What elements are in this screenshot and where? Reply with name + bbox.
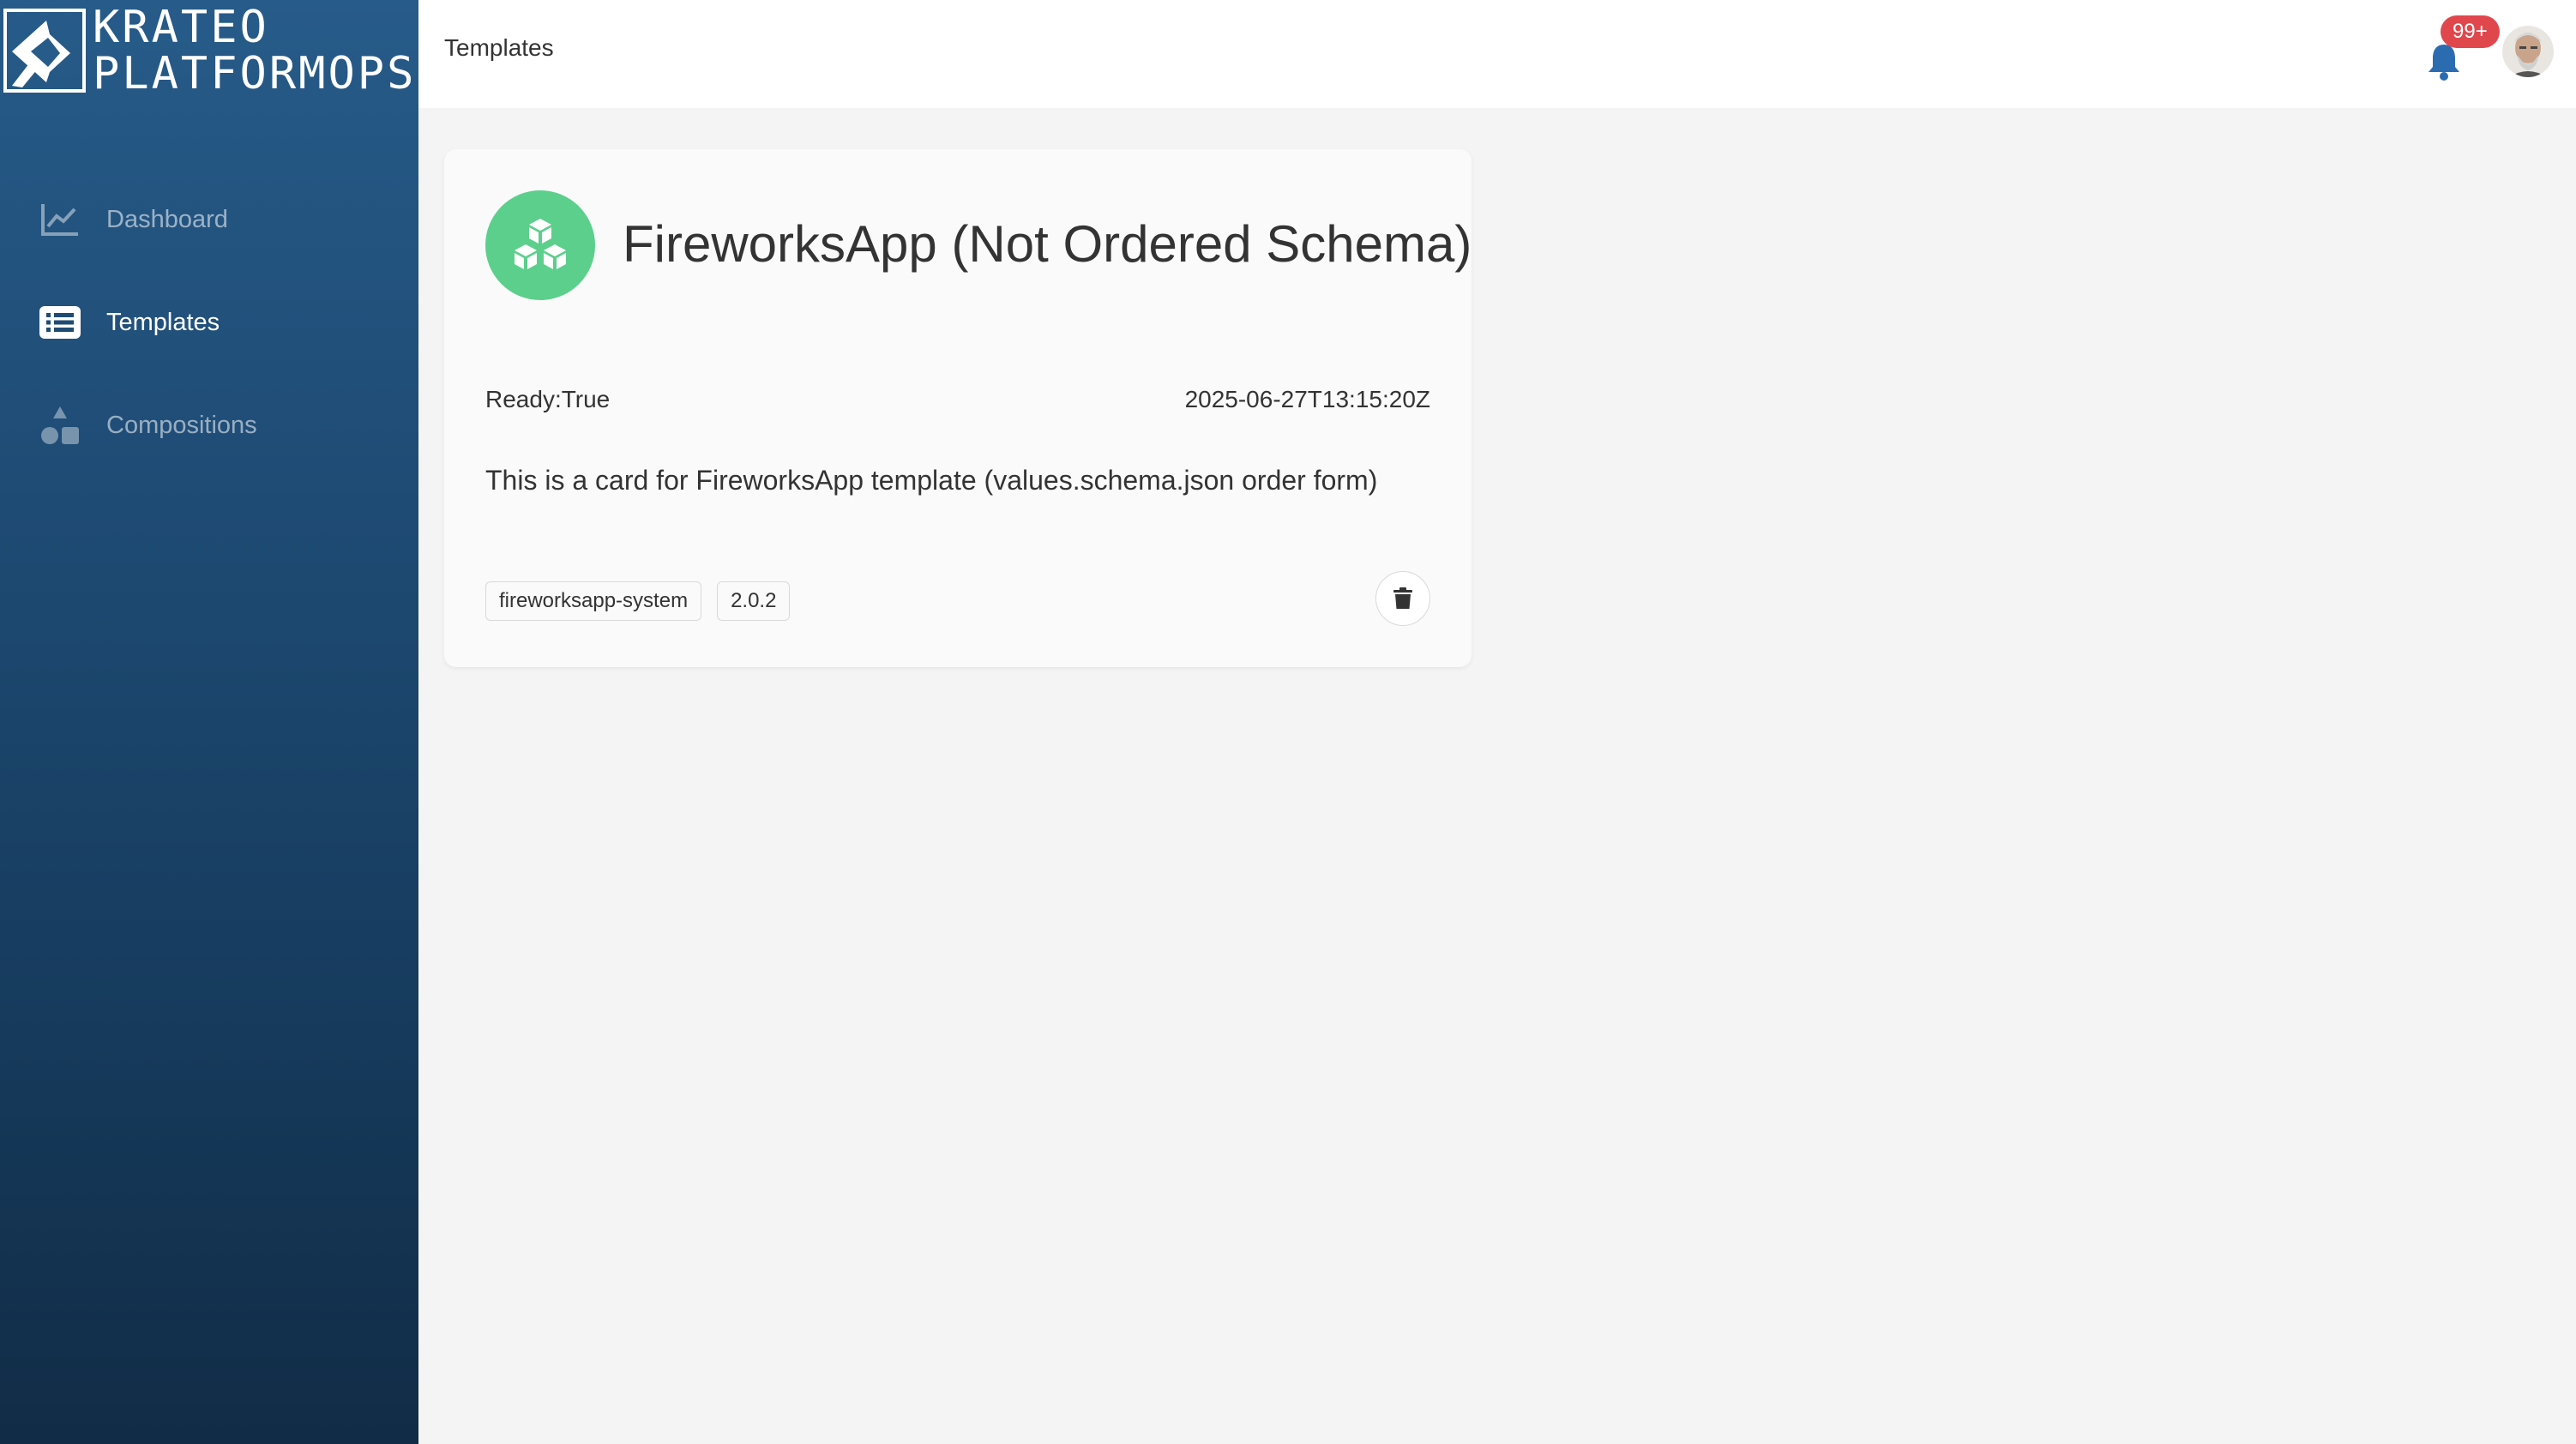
sidebar-item-label: Dashboard (106, 205, 228, 233)
delete-button[interactable] (1375, 571, 1430, 626)
status-text: Ready:True (485, 386, 611, 412)
brand-name-line1: KRATEO (93, 2, 269, 53)
sidebar-item-templates[interactable]: Templates (0, 271, 418, 374)
card-description: This is a card for FireworksApp template… (485, 465, 1378, 496)
notifications-bell-icon[interactable] (2427, 43, 2461, 81)
timestamp: 2025-06-27T13:15:20Z (1184, 386, 1430, 412)
tag-version: 2.0.2 (717, 581, 791, 621)
template-card[interactable]: FireworksApp (Not Ordered Schema) Ready:… (444, 149, 1472, 667)
logo[interactable]: KRATEO PLATFORMOPS (0, 0, 418, 103)
brand-name-line2: PLATFORMOPS (93, 48, 417, 99)
sidebar: KRATEO PLATFORMOPS Dashboard Templates C… (0, 0, 418, 1444)
sidebar-item-compositions[interactable]: Compositions (0, 374, 418, 477)
app-root: KRATEO PLATFORMOPS Dashboard Templates C… (0, 0, 2576, 1444)
breadcrumb[interactable]: Templates (444, 34, 554, 62)
tag-namespace: fireworksapp-system (485, 581, 702, 621)
shapes-icon (39, 405, 81, 446)
line-chart-icon (39, 199, 81, 240)
tag-list: fireworksapp-system 2.0.2 (485, 581, 791, 621)
card-title: FireworksApp (Not Ordered Schema) (623, 215, 1472, 273)
list-icon (39, 302, 81, 343)
sidebar-item-label: Compositions (106, 411, 257, 439)
sidebar-item-dashboard[interactable]: Dashboard (0, 168, 418, 271)
krateo-logo-icon (3, 9, 86, 93)
cubes-icon (485, 190, 595, 300)
top-header: Templates (418, 0, 2576, 108)
notifications-badge[interactable]: 99+ (2441, 15, 2500, 48)
user-avatar[interactable] (2502, 26, 2554, 77)
trash-icon (1393, 587, 1412, 609)
sidebar-nav: Dashboard Templates Compositions (0, 168, 418, 477)
sidebar-item-label: Templates (106, 308, 220, 336)
